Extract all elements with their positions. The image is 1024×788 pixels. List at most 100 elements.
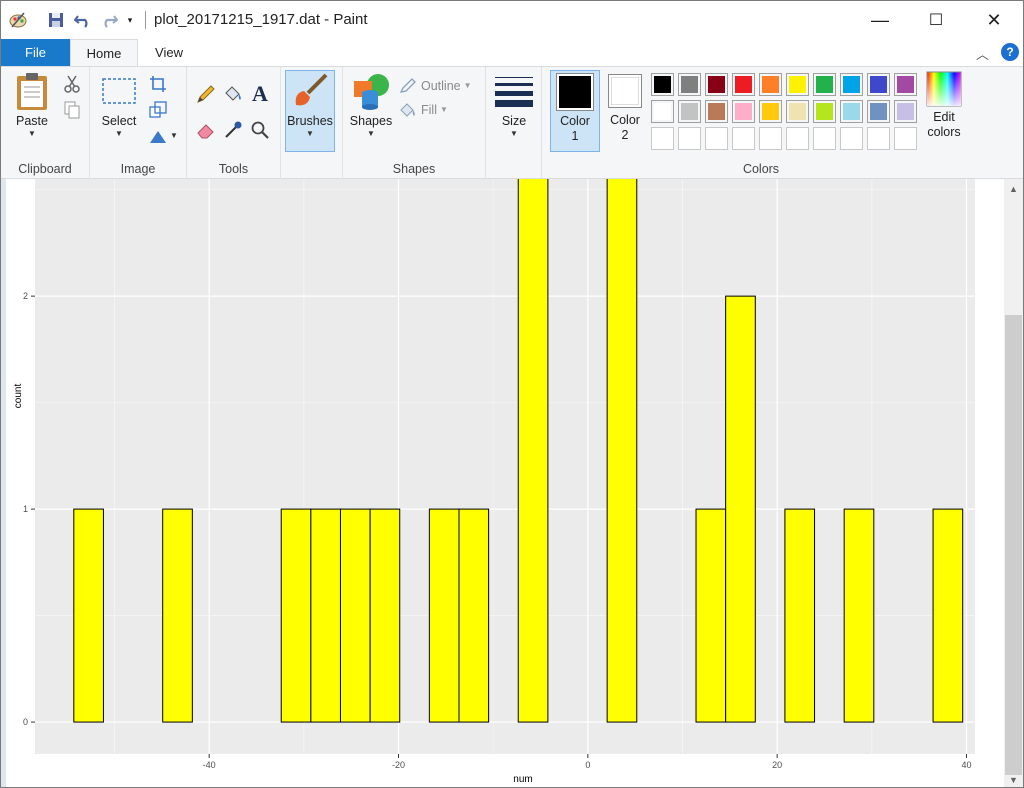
palette-swatch[interactable]	[786, 100, 809, 123]
fill-button[interactable]: Fill ▼	[399, 99, 479, 121]
palette-empty-swatch[interactable]	[651, 127, 674, 150]
paste-button[interactable]: Paste ▼	[9, 71, 55, 139]
paint-app-icon[interactable]	[7, 10, 29, 30]
undo-icon[interactable]	[73, 10, 93, 30]
palette-swatch-color	[870, 103, 887, 120]
edit-colors-icon	[926, 71, 962, 107]
eraser-icon[interactable]	[195, 119, 217, 141]
fill-bucket-icon[interactable]	[222, 83, 244, 105]
paste-label: Paste	[16, 114, 48, 128]
magnifier-icon[interactable]	[249, 119, 271, 141]
palette-swatch[interactable]	[651, 73, 674, 96]
palette-swatch[interactable]	[759, 100, 782, 123]
rotate-icon[interactable]: ▼	[147, 125, 179, 147]
palette-empty-swatch[interactable]	[678, 127, 701, 150]
select-icon	[102, 78, 136, 104]
vertical-scrollbar[interactable]: ▲ ▼	[1004, 179, 1023, 787]
paint-window: ▾ plot_20171215_1917.dat - Paint — ☐ ✕ F…	[0, 0, 1024, 788]
tab-home[interactable]: Home	[70, 39, 138, 66]
tools-group: A Tools	[187, 67, 281, 179]
size-button[interactable]: Size ▼	[492, 71, 536, 139]
tab-file[interactable]: File	[1, 39, 70, 66]
color1-label: Color 1	[560, 114, 590, 143]
palette-empty-swatch[interactable]	[759, 127, 782, 150]
select-dropdown-icon[interactable]: ▼	[115, 129, 123, 139]
size-dropdown-icon[interactable]: ▼	[510, 129, 518, 139]
shapes-button[interactable]: Shapes ▼	[347, 71, 395, 139]
palette-empty-swatch[interactable]	[894, 127, 917, 150]
palette-empty-swatch[interactable]	[705, 127, 728, 150]
palette-swatch-color	[843, 103, 860, 120]
palette-swatch[interactable]	[894, 73, 917, 96]
color1-button[interactable]: Color 1	[550, 70, 600, 152]
cut-icon[interactable]	[61, 73, 83, 95]
palette-swatch-color	[789, 103, 806, 120]
palette-swatch[interactable]	[813, 73, 836, 96]
tab-view[interactable]: View	[138, 39, 200, 66]
copy-icon[interactable]	[61, 99, 83, 121]
palette-swatch-color	[762, 76, 779, 93]
histogram-bar	[695, 508, 727, 723]
color-picker-icon[interactable]	[222, 119, 244, 141]
canvas-area[interactable]: -40 -20 0 20 40 0 1 2 num count	[1, 179, 1004, 787]
crop-icon[interactable]	[147, 73, 169, 95]
x-tick-label: 20	[772, 760, 782, 770]
palette-empty-swatch[interactable]	[867, 127, 890, 150]
redo-icon[interactable]	[99, 10, 119, 30]
edit-colors-label: Edit colors	[927, 110, 961, 139]
maximize-button[interactable]: ☐	[907, 1, 965, 39]
select-button[interactable]: Select ▼	[98, 71, 140, 139]
clipboard-group-label: Clipboard	[18, 162, 72, 176]
y-tick-label: 1	[23, 504, 28, 514]
palette-swatch-color	[843, 76, 860, 93]
palette-empty-swatch[interactable]	[786, 127, 809, 150]
palette-swatch-color	[816, 103, 833, 120]
palette-swatch[interactable]	[867, 73, 890, 96]
color2-button[interactable]: Color 2	[600, 70, 650, 152]
edit-colors-button[interactable]: Edit colors	[920, 71, 968, 140]
palette-swatch[interactable]	[867, 100, 890, 123]
ribbon: Paste ▼ Clipboard Select ▼ ▼ Image A Too…	[1, 66, 1023, 179]
save-icon[interactable]	[46, 10, 66, 30]
brushes-dropdown-icon[interactable]: ▼	[306, 129, 314, 139]
scroll-up-icon[interactable]: ▲	[1004, 179, 1023, 198]
palette-swatch[interactable]	[840, 73, 863, 96]
outline-button[interactable]: Outline ▼	[399, 75, 479, 97]
x-tick-label: -20	[392, 760, 405, 770]
palette-swatch[interactable]	[705, 100, 728, 123]
palette-swatch-color	[681, 103, 698, 120]
palette-empty-swatch[interactable]	[840, 127, 863, 150]
palette-swatch[interactable]	[786, 73, 809, 96]
histogram-bar	[458, 508, 490, 723]
qat-dropdown-icon[interactable]: ▾	[123, 10, 137, 30]
minimize-button[interactable]: —	[851, 1, 909, 39]
fill-label: Fill	[421, 103, 437, 117]
palette-swatch[interactable]	[651, 100, 674, 123]
palette-swatch[interactable]	[678, 100, 701, 123]
shapes-dropdown-icon[interactable]: ▼	[367, 129, 375, 139]
help-icon[interactable]: ?	[1001, 43, 1019, 61]
palette-swatch[interactable]	[813, 100, 836, 123]
palette-swatch-color	[789, 76, 806, 93]
palette-swatch[interactable]	[678, 73, 701, 96]
window-title: plot_20171215_1917.dat - Paint	[154, 11, 368, 28]
paste-dropdown-icon[interactable]: ▼	[28, 129, 36, 139]
palette-swatch[interactable]	[732, 100, 755, 123]
palette-empty-swatch[interactable]	[813, 127, 836, 150]
close-button[interactable]: ✕	[965, 1, 1023, 39]
palette-swatch[interactable]	[732, 73, 755, 96]
pencil-icon[interactable]	[195, 83, 217, 105]
palette-swatch[interactable]	[840, 100, 863, 123]
brushes-button[interactable]: Brushes ▼	[285, 70, 335, 152]
palette-empty-swatch[interactable]	[732, 127, 755, 150]
palette-swatch[interactable]	[759, 73, 782, 96]
x-tick-label: 0	[585, 760, 590, 770]
collapse-ribbon-icon[interactable]: ︿	[976, 44, 989, 63]
palette-swatch[interactable]	[894, 100, 917, 123]
scrollbar-thumb[interactable]	[1005, 315, 1022, 775]
palette-swatch[interactable]	[705, 73, 728, 96]
resize-icon[interactable]	[147, 99, 169, 121]
histogram-bar	[369, 508, 401, 723]
scroll-down-icon[interactable]: ▼	[1004, 770, 1023, 787]
text-tool-icon[interactable]: A	[249, 81, 271, 106]
